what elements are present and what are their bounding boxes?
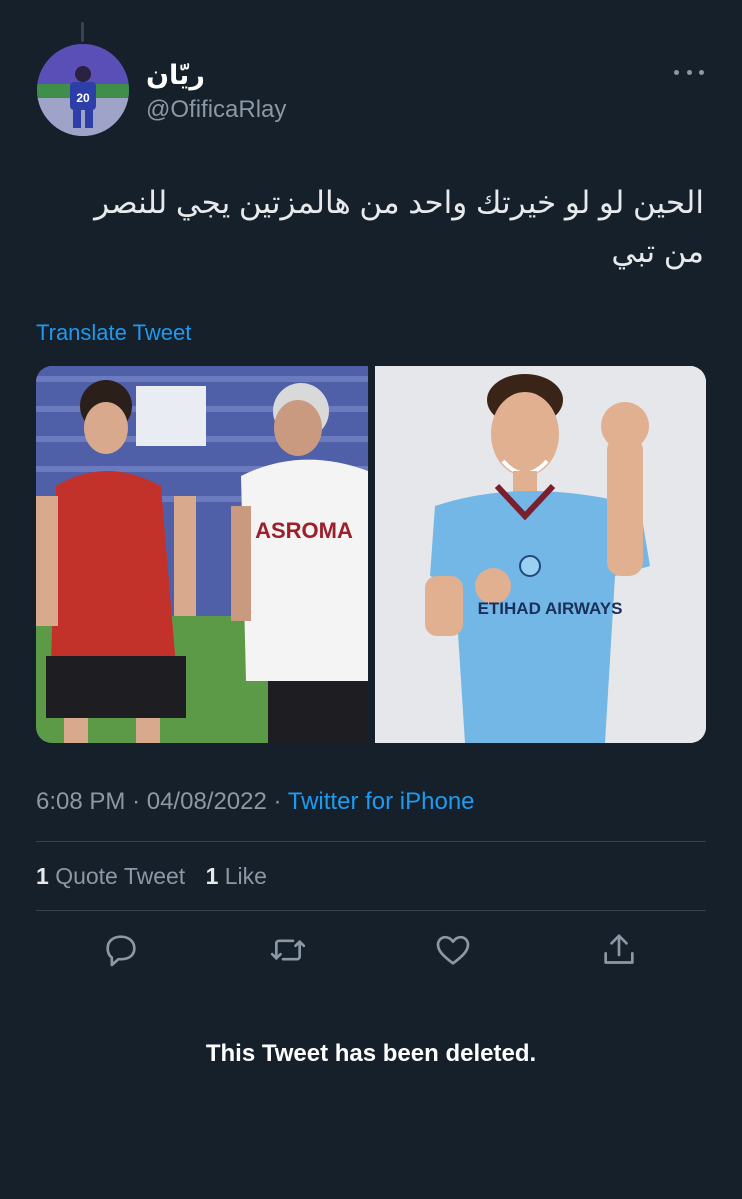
meta-separator: · [132, 788, 141, 815]
quote-tweets-stat[interactable]: 1 Quote Tweet [36, 863, 192, 889]
avatar-image: 20 [37, 44, 129, 136]
more-dot [686, 69, 692, 75]
author-display-name[interactable]: ريّان [146, 60, 205, 91]
tweet-stats: 1 Quote Tweet 1 Like [36, 863, 281, 890]
tweet-source-link[interactable]: Twitter for iPhone [288, 788, 475, 815]
tweet-meta: 6:08 PM · 04/08/2022 · Twitter for iPhon… [36, 788, 475, 816]
divider [36, 910, 706, 911]
more-dot [674, 69, 679, 75]
meta-separator: · [273, 788, 282, 815]
right-shirt-text: ETIHAD AIRWAYS [478, 599, 623, 618]
more-dot [699, 69, 704, 75]
quote-label: Quote Tweet [55, 863, 186, 889]
tweet-media-grid: ASROMA ETIHAD AIRWAYS [36, 366, 706, 743]
author-handle[interactable]: @OfificaRlay [146, 96, 286, 124]
reply-icon[interactable] [101, 930, 141, 970]
more-options-icon[interactable] [674, 66, 704, 78]
retweet-icon[interactable] [268, 930, 308, 970]
share-icon[interactable] [599, 930, 639, 970]
thread-connector-line [81, 22, 84, 42]
like-count: 1 [205, 863, 219, 889]
avatar-jersey-number: 20 [76, 91, 90, 105]
tweet-text: الحين لو لو خيرتك واحد من هالمزتين يجي ل… [94, 185, 704, 269]
translate-tweet-link[interactable]: Translate Tweet [36, 320, 191, 346]
tweet-detail-screen: 20 ريّان @OfificaRlay الحين لو لو خيرتك … [0, 0, 742, 1199]
media-image-left[interactable]: ASROMA [36, 366, 368, 743]
tweet-actions-bar [36, 930, 706, 974]
tweet-deleted-notice: This Tweet has been deleted. [205, 1040, 537, 1067]
tweet-date: 04/08/2022 [146, 788, 267, 815]
like-label: Like [224, 863, 267, 889]
tweet-time: 6:08 PM [36, 788, 126, 815]
media-image-right[interactable]: ETIHAD AIRWAYS [375, 366, 706, 743]
avatar[interactable]: 20 [37, 44, 129, 136]
left-shirt-text: ASROMA [255, 518, 353, 543]
likes-stat[interactable]: 1 Like [206, 863, 267, 889]
like-icon[interactable] [433, 930, 473, 970]
quote-count: 1 [36, 863, 49, 889]
divider [36, 841, 706, 842]
